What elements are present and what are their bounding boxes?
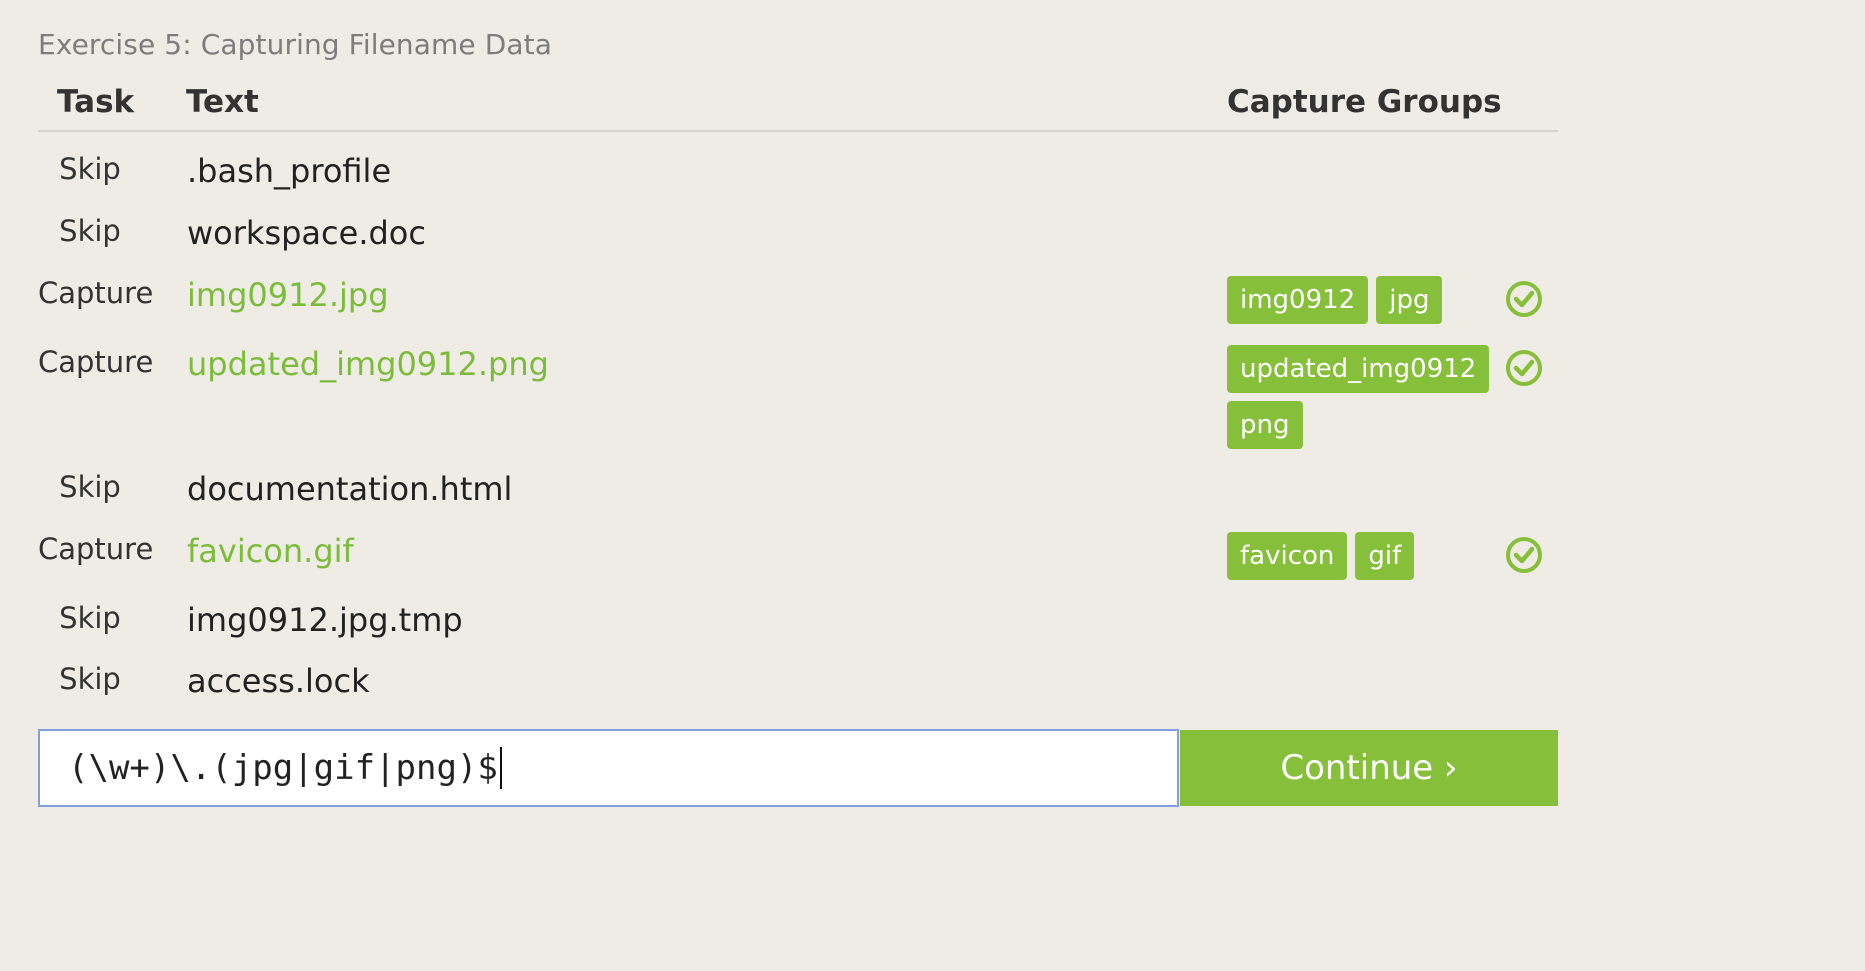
table-row: Skip img0912.jpg.tmp [38,599,1558,655]
check-circle-icon [1505,280,1543,318]
continue-button[interactable]: Continue › [1180,730,1558,806]
capture-group-tag: png [1227,401,1303,449]
row-text: documentation.html [187,470,513,508]
row-text: workspace.doc [187,214,426,252]
capture-groups: img0912 jpg [1227,276,1487,324]
header-divider [38,130,1558,132]
task-label: Skip [59,662,121,696]
row-text: updated_img0912.png [187,345,549,383]
regex-input-value: (\w+)\.(jpg|gif|png)$ [68,748,498,788]
row-text: .bash_profile [187,152,392,190]
table-row: Capture favicon.gif favicon gif [38,530,1558,586]
table-row: Capture img0912.jpg img0912 jpg [38,274,1558,330]
capture-groups: favicon gif [1227,532,1487,580]
capture-group-tag: jpg [1376,276,1443,324]
task-label: Skip [59,470,121,504]
capture-groups-column-header: Capture Groups [1227,84,1502,120]
exercise-panel: Exercise 5: Capturing Filename Data Task… [0,0,1568,816]
task-column-header: Task [57,84,135,120]
capture-group-tag: img0912 [1227,276,1369,324]
check-circle-icon [1505,536,1543,574]
text-caret [499,747,502,789]
capture-group-tag: gif [1355,532,1415,580]
capture-group-tag: favicon [1227,532,1348,580]
table-row: Skip access.lock [38,660,1558,716]
row-text: img0912.jpg.tmp [187,601,463,639]
table-row: Skip workspace.doc [38,212,1558,268]
table-row: Skip .bash_profile [38,150,1558,206]
row-text: access.lock [187,662,370,700]
check-circle-icon [1505,349,1543,387]
table-row: Skip documentation.html [38,468,1558,524]
row-text: favicon.gif [187,532,354,570]
task-label: Capture [38,276,154,310]
table-row: Capture updated_img0912.png updated_img0… [38,343,1558,453]
task-label: Skip [59,214,121,248]
capture-group-tag: updated_img0912 [1227,345,1490,393]
task-label: Skip [59,601,121,635]
text-column-header: Text [186,84,259,120]
task-label: Capture [38,532,154,566]
capture-groups: updated_img0912 png [1227,345,1490,449]
regex-input[interactable]: (\w+)\.(jpg|gif|png)$ [38,729,1179,807]
task-label: Capture [38,345,154,379]
row-text: img0912.jpg [187,276,389,314]
exercise-title: Exercise 5: Capturing Filename Data [38,28,552,61]
task-label: Skip [59,152,121,186]
